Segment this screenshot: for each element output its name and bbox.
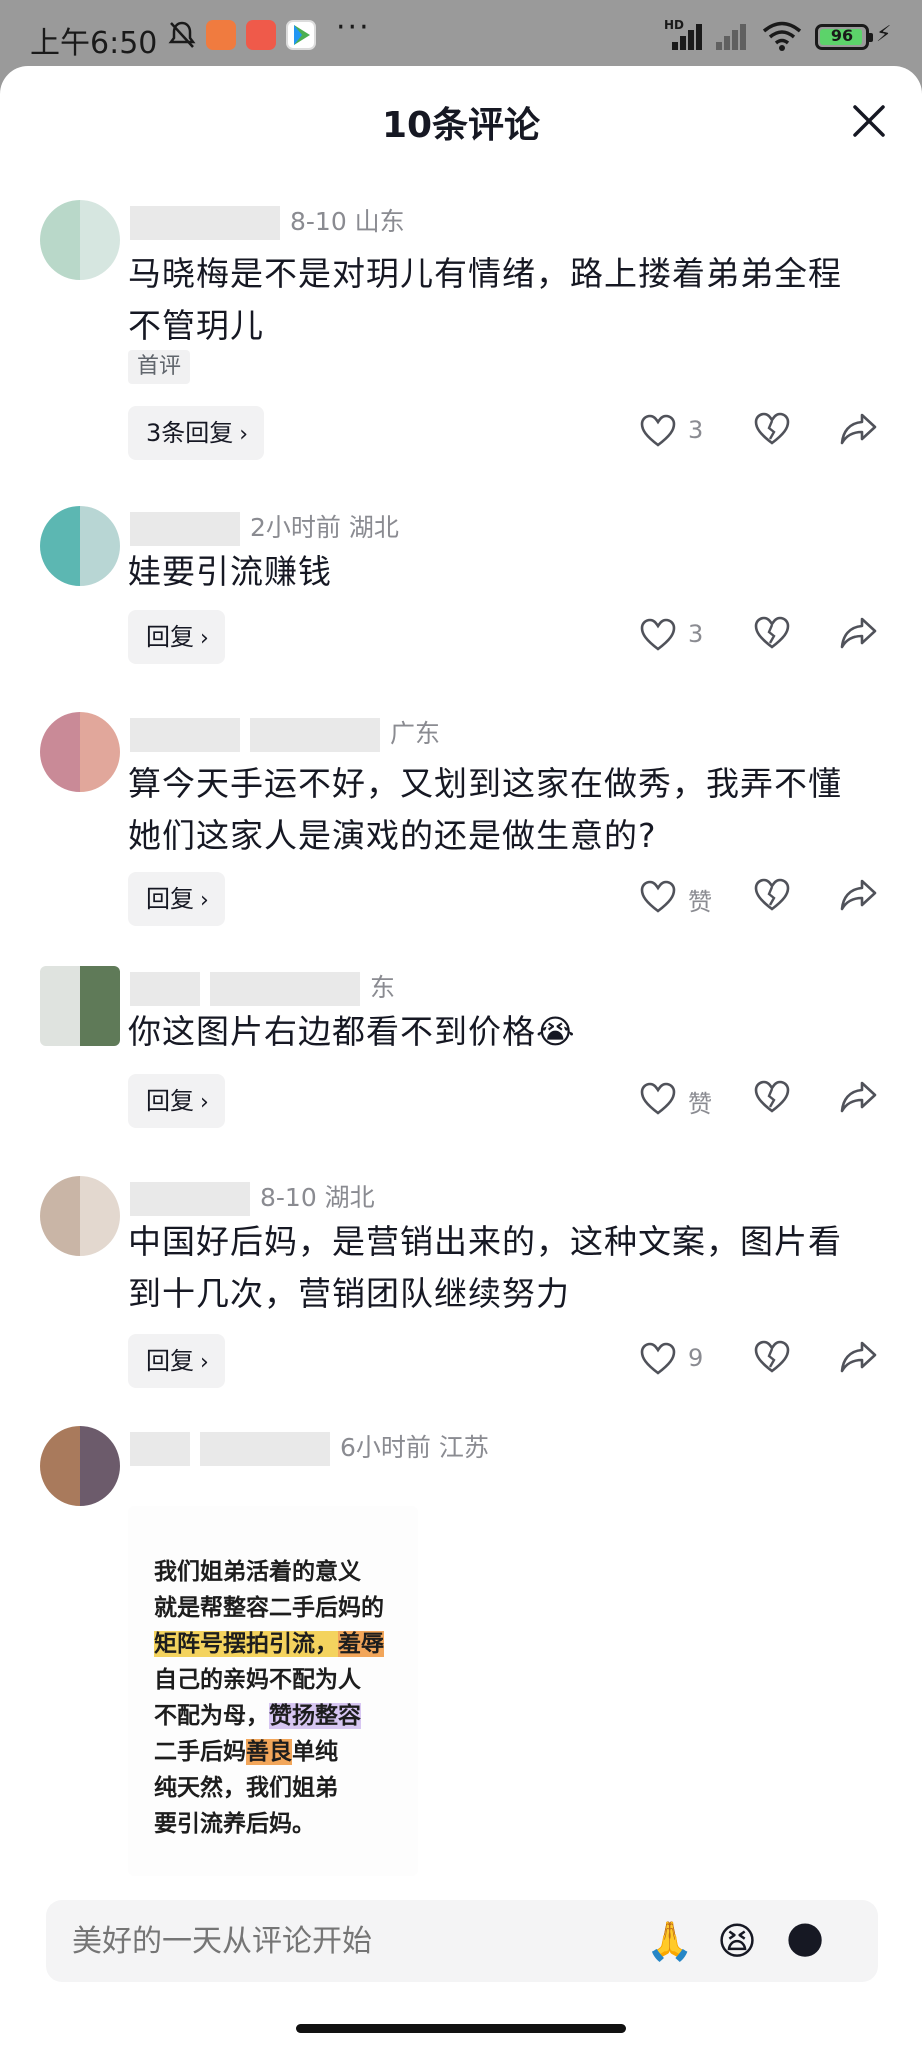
first-comment-tag: 首评 [128,350,191,384]
broken-heart-icon [754,412,790,445]
comment-item: 8-10 山东 马晓梅是不是对玥儿有情绪，路上搂着弟弟全程不管玥儿 首评 3条回… [0,200,922,460]
reply-button[interactable]: 回复 › [128,872,225,926]
comment-text: 算今天手运不好，又划到这家在做秀，我弄不懂她们这家人是演戏的还是做生意的? [128,764,842,855]
like-button[interactable]: 3 [640,614,730,658]
like-count: 3 [688,620,704,648]
comment-sheet: 10条评论 8-10 山东 马晓梅是不是对玥儿有情绪，路上搂着弟弟全程不管玥儿 … [0,66,922,2048]
avatar[interactable] [40,506,120,586]
comment-text: 你这图片右边都看不到价格😭 [128,1012,576,1051]
comment-meta: 8-10 湖北 [130,1176,389,1220]
comment-item: 8-10 湖北 中国好后妈，是营销出来的，这种文案，图片看到十几次，营销团队继续… [0,1176,922,1388]
crying-emoji-button[interactable]: 😫 [714,1918,760,1964]
signal-icon [664,22,704,50]
broken-heart-icon [754,1340,790,1373]
view-replies-button[interactable]: 3条回复 › [128,406,265,460]
like-count: 3 [688,416,704,444]
dislike-button[interactable] [754,878,794,918]
share-button[interactable] [840,878,880,918]
signal-2-icon [716,22,756,50]
broken-heart-icon [754,878,790,911]
avatar[interactable] [40,966,120,1046]
comment-text: 中国好后妈，是营销出来的，这种文案，图片看到十几次，营销团队继续努力 [128,1222,842,1313]
pray-emoji-button[interactable]: 🙏 [646,1918,693,1964]
battery-percent: 96 [830,26,854,45]
app-icon-red [246,20,276,50]
reply-button[interactable]: 回复 › [128,1334,225,1388]
share-icon [840,1081,877,1113]
dislike-button[interactable] [754,616,794,656]
comment-image[interactable]: 我们姐弟活着的意义 就是帮整容二手后妈的 矩阵号摆拍引流，羞辱 自己的亲妈不配为… [128,1506,418,1876]
comment-meta: 东 [130,966,409,1010]
comment-meta: 6小时前 江苏 [130,1426,503,1470]
comment-text: 娃要引流赚钱 [128,552,332,591]
dislike-button[interactable] [754,1080,794,1120]
heart-icon [640,414,676,447]
more-notifications-icon: ··· [336,10,371,45]
like-button[interactable]: 赞 [640,1078,730,1122]
comment-item: 广东 算今天手运不好，又划到这家在做秀，我弄不懂她们这家人是演戏的还是做生意的?… [0,712,922,926]
sheet-title: 10条评论 [381,105,541,146]
share-icon [840,413,877,445]
share-button[interactable] [840,616,880,656]
like-count: 9 [688,1344,704,1372]
status-bar: 上午6:50 ··· HD 96 ⚡ [0,0,922,66]
share-icon [840,879,877,911]
heart-icon [640,880,676,913]
avatar[interactable] [40,1426,120,1506]
broken-heart-icon [754,616,790,649]
home-indicator[interactable] [296,2024,626,2033]
comment-item: 6小时前 江苏 [0,1426,922,1506]
app-icon-orange [206,20,236,50]
reply-button[interactable]: 回复 › [128,610,225,664]
moon-emoji-button[interactable]: 🌑 [782,1918,828,1964]
like-count: 赞 [688,888,712,916]
charging-icon: ⚡ [876,22,892,47]
like-button[interactable]: 3 [640,410,730,454]
image-text: 我们姐弟活着的意义 就是帮整容二手后妈的 矩阵号摆拍引流，羞辱 自己的亲妈不配为… [154,1559,384,1837]
comment-meta: 8-10 山东 [130,200,419,244]
comment-text: 马晓梅是不是对玥儿有情绪，路上搂着弟弟全程不管玥儿 [128,254,842,345]
share-button[interactable] [840,1080,880,1120]
share-icon [840,1341,877,1373]
dislike-button[interactable] [754,1340,794,1380]
dislike-button[interactable] [754,412,794,452]
avatar[interactable] [40,1176,120,1256]
like-count: 赞 [688,1090,712,1118]
battery-icon: 96 [815,24,873,50]
comment-input[interactable] [72,1900,592,1982]
play-store-icon [286,20,316,50]
heart-icon [640,1342,676,1375]
heart-icon [640,618,676,651]
like-button[interactable]: 赞 [640,876,730,920]
wifi-icon [762,20,802,56]
avatar[interactable] [40,200,120,280]
comment-input-bar: 🙏 😫 🌑 [46,1900,878,1982]
mute-icon [168,20,196,54]
comment-meta: 2小时前 湖北 [130,506,413,550]
share-icon [840,617,877,649]
like-button[interactable]: 9 [640,1338,730,1382]
comment-meta: 广东 [130,712,454,756]
share-button[interactable] [840,412,880,452]
avatar[interactable] [40,712,120,792]
reply-button[interactable]: 回复 › [128,1074,225,1128]
heart-icon [640,1082,676,1115]
status-time: 上午6:50 [30,26,158,61]
close-button[interactable] [846,98,892,144]
comment-item: 2小时前 湖北 娃要引流赚钱 回复 › 3 [0,506,922,664]
share-button[interactable] [840,1340,880,1380]
broken-heart-icon [754,1080,790,1113]
comment-item: 东 你这图片右边都看不到价格😭 回复 › 赞 [0,966,922,1128]
close-icon [853,105,885,137]
